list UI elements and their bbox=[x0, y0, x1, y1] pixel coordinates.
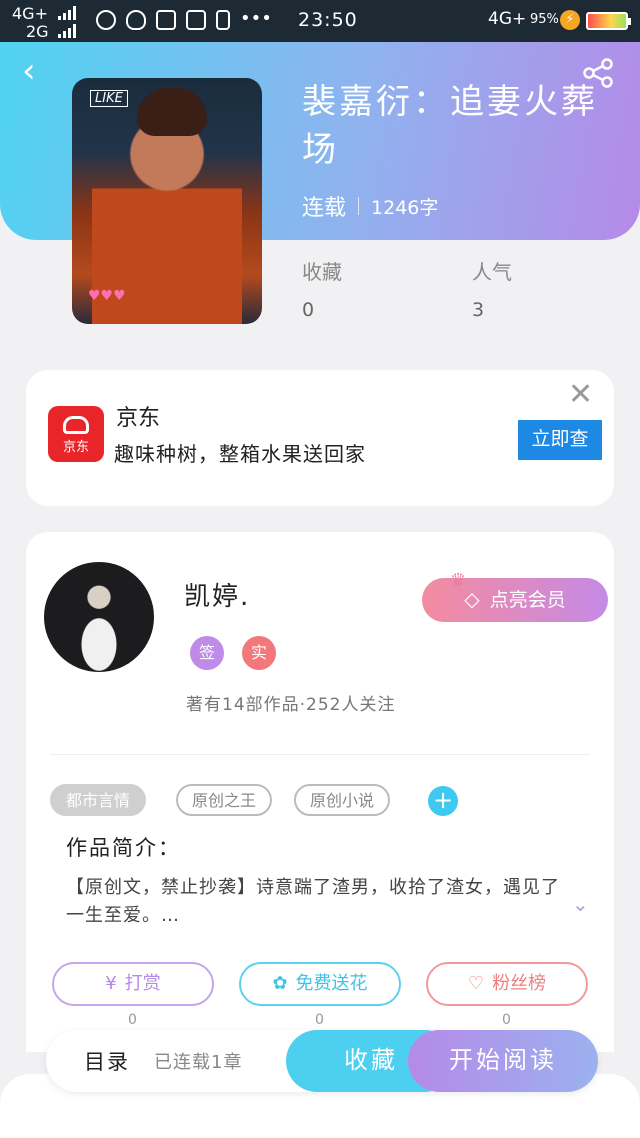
tag-original-novel[interactable]: 原创小说 bbox=[294, 784, 391, 816]
meta-divider bbox=[358, 197, 360, 215]
details-card: 凯婷. 签 实 ♛ ◇ 点亮会员 著有14部作品·252人关注 都市言情 原创之王… bbox=[26, 532, 614, 1052]
intro-heading: 作品简介： bbox=[66, 836, 181, 860]
crown-icon: ♛ bbox=[450, 570, 467, 590]
intro-text: 【原创文，禁止抄袭】诗意踹了渣男，收拾了渣女，遇见了一生至爱。… bbox=[66, 877, 560, 926]
favorites-value: 0 bbox=[302, 299, 315, 321]
tip-count: 0 bbox=[128, 1012, 137, 1028]
tag-original-king[interactable]: 原创之王 bbox=[176, 784, 273, 816]
divider bbox=[50, 754, 590, 755]
start-reading-button[interactable]: 开始阅读 bbox=[408, 1030, 598, 1092]
notification-icons: ••• bbox=[96, 10, 272, 30]
hearts-icon: ♥♥♥ bbox=[88, 288, 126, 304]
book-title: 裴嘉衍：追妻火葬场 bbox=[302, 82, 598, 170]
popularity-value: 3 bbox=[472, 299, 485, 321]
ad-cta-button[interactable]: 立即查 bbox=[518, 420, 602, 460]
cover-hair bbox=[137, 88, 207, 136]
fan-ranking-button[interactable]: ♡ 粉丝榜 bbox=[426, 962, 588, 1006]
close-icon[interactable]: ✕ bbox=[568, 380, 596, 410]
battery-percent: 95% bbox=[530, 12, 559, 27]
book-status: 连载 bbox=[302, 196, 347, 221]
flower-icon: ✿ bbox=[272, 973, 288, 994]
network-type-right: 4G+ bbox=[488, 9, 527, 29]
signal-icon-2 bbox=[58, 24, 78, 38]
yen-icon: ¥ bbox=[105, 973, 117, 994]
fan-icon: ♡ bbox=[467, 973, 485, 994]
fan-count: 0 bbox=[502, 1012, 511, 1028]
wechat-icon bbox=[96, 10, 116, 30]
fan-ranking-label: 粉丝榜 bbox=[492, 973, 547, 994]
verified-badge: 实 bbox=[242, 636, 276, 670]
tip-button[interactable]: ¥ 打赏 bbox=[52, 962, 214, 1006]
tag-genre[interactable]: 都市言情 bbox=[50, 784, 147, 816]
qq-icon bbox=[126, 10, 146, 30]
network-type-top: 4G+ bbox=[12, 4, 48, 23]
serial-status[interactable]: 已连载1章 bbox=[154, 1048, 242, 1074]
back-icon[interactable]: ‹ bbox=[22, 54, 52, 88]
bottom-action-bar: 目录 已连载1章 收藏 开始阅读 bbox=[46, 1030, 598, 1092]
toc-button[interactable]: 目录 bbox=[84, 1046, 130, 1076]
book-meta: 连载 1246字 bbox=[302, 190, 438, 222]
charging-icon: ⚡ bbox=[560, 10, 580, 30]
jd-dog-icon bbox=[63, 416, 89, 434]
s-app-icon bbox=[156, 10, 176, 30]
flower-count: 0 bbox=[315, 1012, 324, 1028]
ad-brand-name: 京东 bbox=[116, 406, 161, 431]
status-bar: 4G+ 2G ••• 23:50 4G+ 95% ⚡ bbox=[0, 0, 640, 42]
jd-logo: 京东 bbox=[48, 406, 104, 462]
signed-badge: 签 bbox=[190, 636, 224, 670]
word-count: 1246字 bbox=[371, 196, 439, 219]
add-tag-icon[interactable]: + bbox=[428, 786, 458, 816]
popularity-stat: 人气 3 bbox=[472, 256, 512, 321]
diamond-icon: ◇ bbox=[464, 589, 480, 611]
gallery-icon bbox=[186, 10, 206, 30]
cover-text: LIKE bbox=[90, 90, 128, 107]
popularity-label: 人气 bbox=[472, 260, 512, 284]
phone-icon bbox=[216, 10, 230, 30]
more-icon: ••• bbox=[240, 8, 272, 29]
author-stats: 著有14部作品·252人关注 bbox=[186, 695, 396, 715]
send-flower-label: 免费送花 bbox=[295, 973, 368, 994]
chevron-down-icon[interactable]: ⌄ bbox=[572, 892, 589, 916]
favorites-stat: 收藏 0 bbox=[302, 256, 342, 321]
send-flower-button[interactable]: ✿ 免费送花 bbox=[239, 962, 401, 1006]
tip-label: 打赏 bbox=[124, 973, 161, 994]
battery-icon bbox=[586, 12, 631, 30]
vip-button[interactable]: ♛ ◇ 点亮会员 bbox=[422, 570, 608, 622]
network-type-bottom: 2G bbox=[26, 22, 49, 41]
clock: 23:50 bbox=[298, 9, 358, 31]
ad-description: 趣味种树，整箱水果送回家 bbox=[114, 442, 366, 466]
author-avatar[interactable] bbox=[44, 562, 154, 672]
author-name[interactable]: 凯婷. bbox=[184, 576, 250, 613]
book-cover[interactable]: LIKE ♥♥♥ bbox=[72, 78, 262, 324]
favorites-label: 收藏 bbox=[302, 260, 342, 284]
vip-button-label: 点亮会员 bbox=[489, 590, 566, 611]
ad-card[interactable]: 京东 京东 趣味种树，整箱水果送回家 ✕ 立即查 bbox=[26, 370, 614, 506]
signal-icon bbox=[58, 6, 78, 20]
ad-logo-text: 京东 bbox=[62, 440, 89, 455]
